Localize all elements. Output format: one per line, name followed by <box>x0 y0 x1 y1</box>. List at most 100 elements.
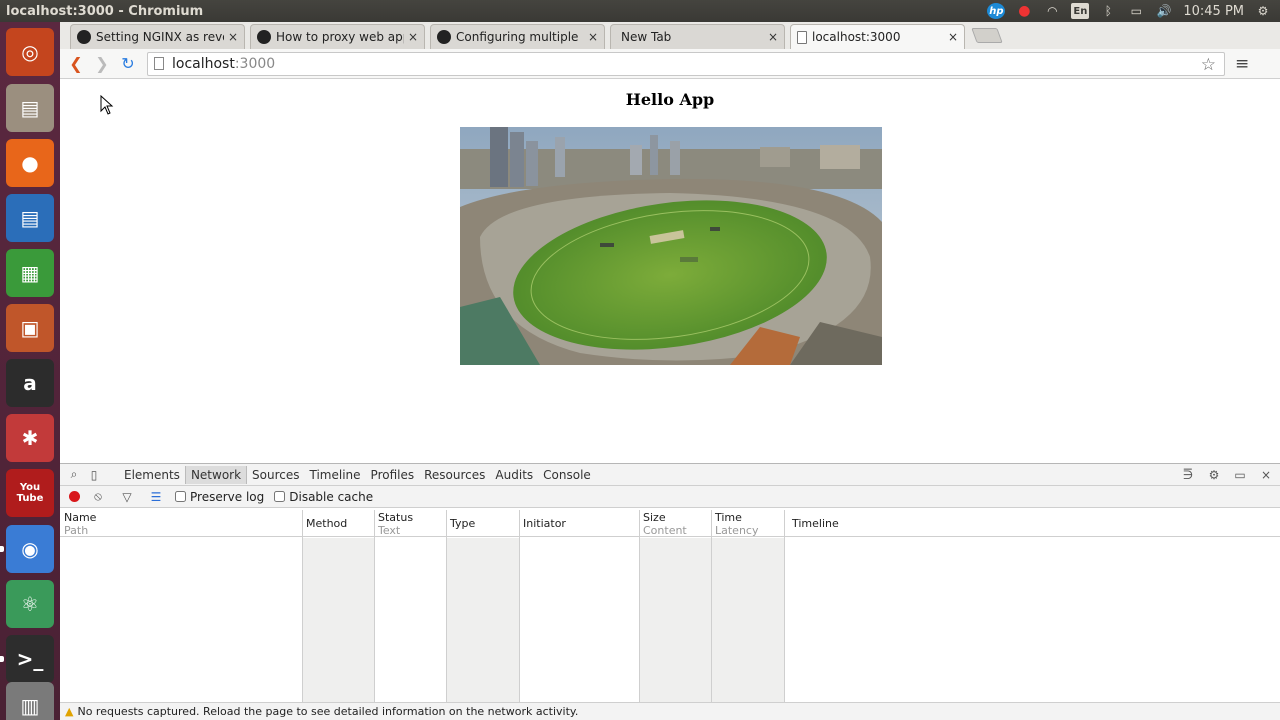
wifi-icon[interactable]: ◠ <box>1043 3 1061 19</box>
github-icon <box>257 30 271 44</box>
settings-gear-icon[interactable]: ⚙ <box>1254 3 1272 19</box>
browser-tab-proxy[interactable]: How to proxy web app × <box>250 24 425 49</box>
column-type[interactable]: Type <box>446 510 475 537</box>
new-tab-button[interactable] <box>971 28 1003 43</box>
libreoffice-calc-icon[interactable]: ▦ <box>6 249 54 297</box>
devtools-tab-audits[interactable]: Audits <box>490 466 538 484</box>
system-settings-icon[interactable]: ✱ <box>6 414 54 462</box>
status-message: No requests captured. Reload the page to… <box>77 705 579 718</box>
warning-icon: ▲ <box>65 705 74 718</box>
page-title: Hello App <box>625 90 715 109</box>
network-request-table: Name Path Method Status Text Type Initiato… <box>60 510 1280 703</box>
close-icon[interactable]: × <box>408 30 418 44</box>
battery-icon[interactable]: ▭ <box>1127 3 1145 19</box>
forward-button[interactable]: ❯ <box>89 51 115 77</box>
page-icon <box>797 30 807 44</box>
volume-icon[interactable]: 🔊 <box>1155 3 1173 19</box>
list-view-icon[interactable]: ☰ <box>146 488 166 506</box>
clock[interactable]: 10:45 PM <box>1183 4 1244 19</box>
close-devtools-icon[interactable]: × <box>1256 465 1276 485</box>
address-bar[interactable]: localhost:3000 ☆ <box>147 51 1225 76</box>
browser-tab-nginx[interactable]: Setting NGINX as reve × <box>70 24 245 49</box>
indicator-area: hp ● ◠ En ᛒ ▭ 🔊 10:45 PM ⚙ <box>987 3 1280 19</box>
bookmark-star-icon[interactable]: ☆ <box>1201 55 1216 75</box>
disable-cache-input[interactable] <box>274 491 286 502</box>
ubuntu-dash-icon[interactable]: ◎ <box>6 28 54 76</box>
inspect-search-icon[interactable]: ⌕ <box>64 465 84 485</box>
menu-icon[interactable]: ≡ <box>1235 54 1249 74</box>
tab-title: How to proxy web app <box>276 30 404 44</box>
column-timeline[interactable]: Timeline <box>788 510 839 537</box>
running-app-indicator <box>0 546 4 552</box>
hp-icon[interactable]: hp <box>987 3 1006 19</box>
network-table-header: Name Path Method Status Text Type Initiato… <box>60 510 1280 537</box>
record-network-icon[interactable] <box>69 491 80 502</box>
keyboard-layout-indicator[interactable]: En <box>1071 3 1090 19</box>
close-icon[interactable]: × <box>948 30 958 44</box>
browser-tab-configuring[interactable]: Configuring multiple × <box>430 24 605 49</box>
unity-launcher: ◎ ▤ ● ▤ ▦ ▣ a ✱ You Tube ◉ ⚛ >_ ▥ <box>0 22 60 720</box>
devtools-tab-profiles[interactable]: Profiles <box>366 466 420 484</box>
stadium-photo <box>460 127 882 365</box>
browser-tab-newtab[interactable]: New Tab × <box>610 24 785 49</box>
disable-cache-checkbox[interactable]: Disable cache <box>274 490 373 504</box>
clear-icon[interactable]: ⦸ <box>88 488 108 506</box>
column-time[interactable]: Time Latency <box>711 510 758 537</box>
browser-tab-localhost[interactable]: localhost:3000 × <box>790 24 965 49</box>
filter-icon[interactable]: ▽ <box>117 488 137 506</box>
devtools-tab-console[interactable]: Console <box>538 466 596 484</box>
trash-icon[interactable]: ▥ <box>6 682 54 720</box>
column-size[interactable]: Size Content <box>639 510 687 537</box>
preserve-log-input[interactable] <box>175 491 186 502</box>
close-icon[interactable]: × <box>768 30 778 44</box>
column-initiator[interactable]: Initiator <box>519 510 566 537</box>
bluetooth-icon[interactable]: ᛒ <box>1099 3 1117 19</box>
reload-button[interactable]: ↻ <box>115 51 141 77</box>
undock-icon[interactable]: ▭ <box>1230 465 1250 485</box>
devtools-panel: ⌕ ▯ Elements Network Sources Timeline Pr… <box>60 463 1280 720</box>
files-icon[interactable]: ▤ <box>6 84 54 132</box>
devtools-tab-resources[interactable]: Resources <box>419 466 490 484</box>
column-method[interactable]: Method <box>302 510 347 537</box>
devtools-tab-timeline[interactable]: Timeline <box>305 466 366 484</box>
chromium-icon[interactable]: ◉ <box>6 525 54 573</box>
firefox-icon[interactable]: ● <box>6 139 54 187</box>
window-title: localhost:3000 - Chromium <box>6 3 204 19</box>
back-button[interactable]: ❮ <box>63 51 89 77</box>
github-icon <box>77 30 91 44</box>
running-app-indicator <box>0 656 4 662</box>
libreoffice-impress-icon[interactable]: ▣ <box>6 304 54 352</box>
preserve-log-label: Preserve log <box>190 489 265 504</box>
record-icon[interactable]: ● <box>1015 3 1033 19</box>
chromium-window: Setting NGINX as reve × How to proxy web… <box>60 22 1280 720</box>
devtools-tab-network[interactable]: Network <box>184 465 248 484</box>
device-mode-icon[interactable]: ▯ <box>84 465 104 485</box>
tab-title: Configuring multiple <box>456 30 579 44</box>
terminal-icon[interactable]: >_ <box>6 635 54 683</box>
youtube-icon[interactable]: You Tube <box>6 469 54 517</box>
address-host: localhost <box>172 55 235 72</box>
disable-cache-label: Disable cache <box>289 489 374 504</box>
devtools-tab-elements[interactable]: Elements <box>119 466 185 484</box>
page-viewport: Hello App <box>60 80 1280 463</box>
page-icon <box>154 57 164 70</box>
amazon-icon[interactable]: a <box>6 359 54 407</box>
tab-title: localhost:3000 <box>812 30 901 44</box>
column-status[interactable]: Status Text <box>374 510 413 537</box>
close-icon[interactable]: × <box>228 30 238 44</box>
devtools-tabbar: ⌕ ▯ Elements Network Sources Timeline Pr… <box>60 464 1280 486</box>
tab-title: Setting NGINX as reve <box>96 30 224 44</box>
preserve-log-checkbox[interactable]: Preserve log <box>175 490 264 504</box>
show-drawer-icon[interactable]: ⋽ <box>1178 465 1198 485</box>
atom-icon[interactable]: ⚛ <box>6 580 54 628</box>
github-icon <box>437 30 451 44</box>
tab-strip: Setting NGINX as reve × How to proxy web… <box>60 22 1280 49</box>
devtools-settings-icon[interactable]: ⚙ <box>1204 465 1224 485</box>
system-top-panel: localhost:3000 - Chromium hp ● ◠ En ᛒ ▭ … <box>0 0 1280 22</box>
libreoffice-writer-icon[interactable]: ▤ <box>6 194 54 242</box>
address-port: :3000 <box>234 55 276 72</box>
network-table-body <box>60 538 1280 703</box>
close-icon[interactable]: × <box>588 30 598 44</box>
column-name[interactable]: Name Path <box>60 510 96 537</box>
devtools-tab-sources[interactable]: Sources <box>247 466 304 484</box>
